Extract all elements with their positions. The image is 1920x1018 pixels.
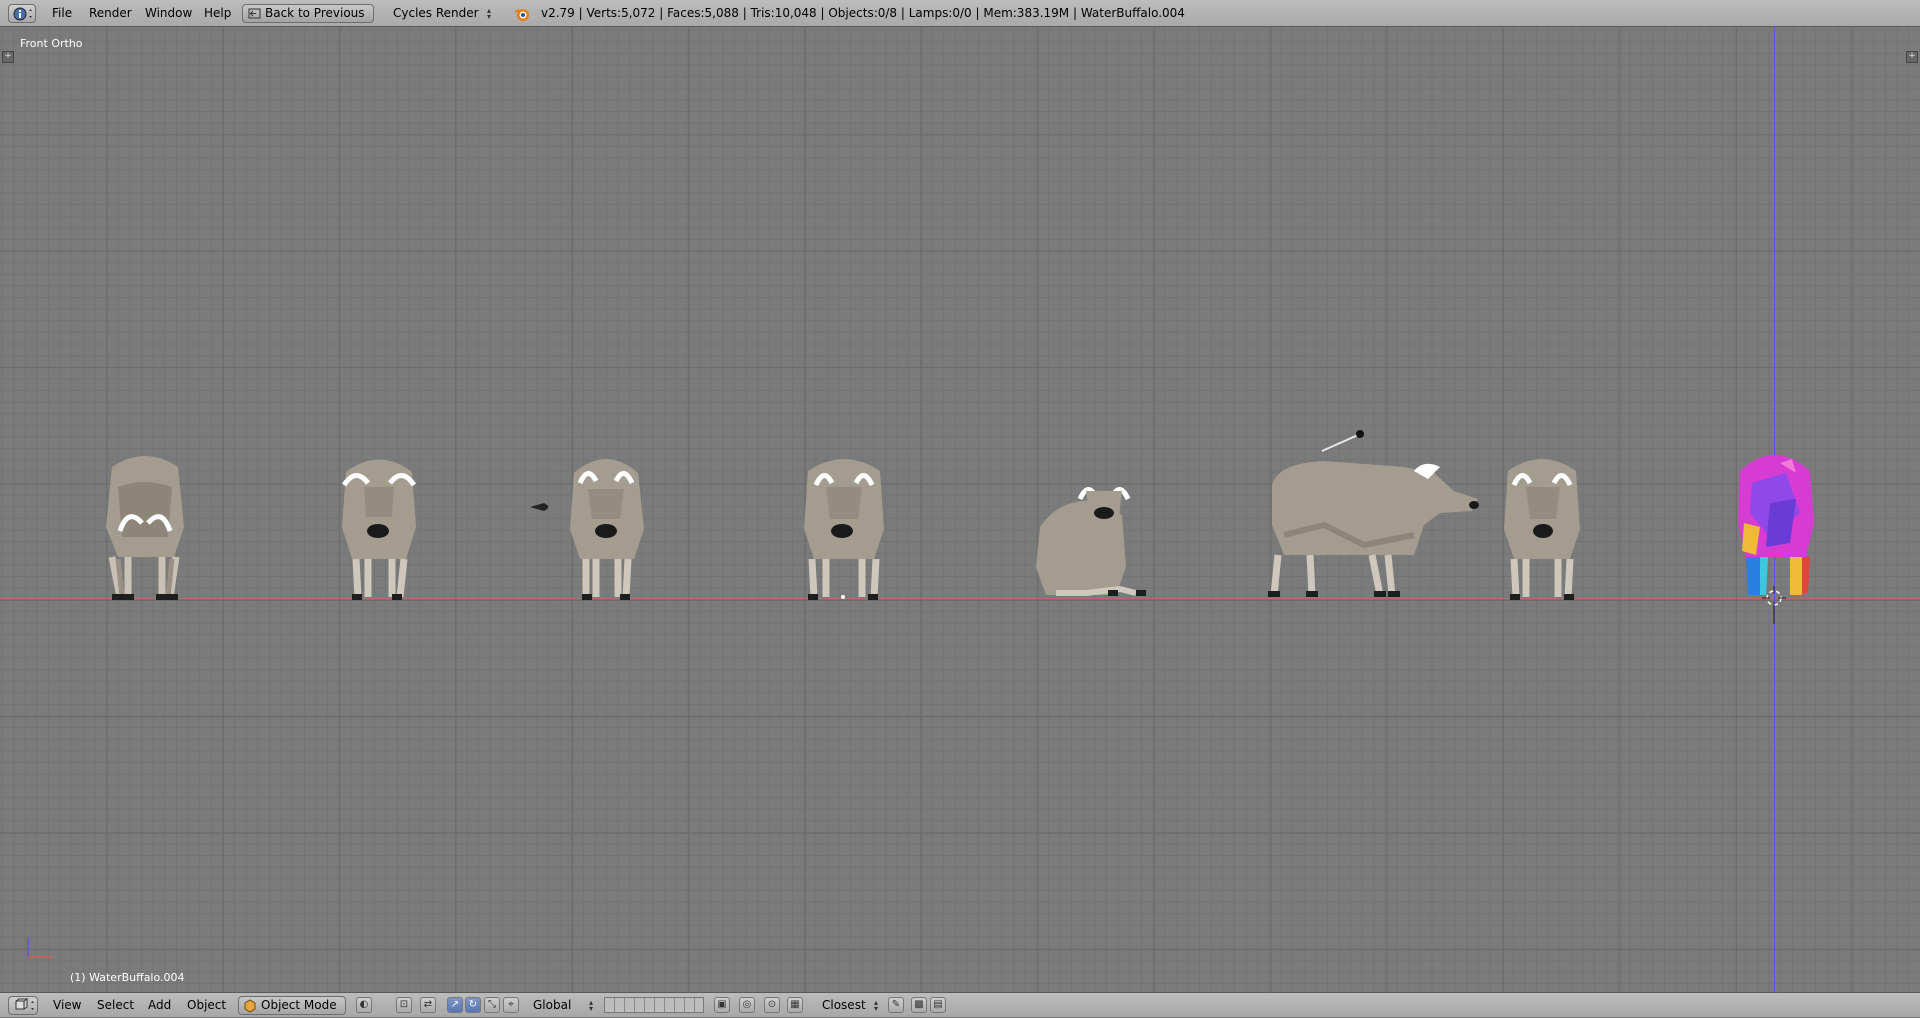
- translate-manipulator-icon[interactable]: ↗: [447, 997, 463, 1013]
- transform-orientation-icon[interactable]: ⌖: [503, 997, 519, 1013]
- openGL-render-icon[interactable]: ✎: [888, 997, 904, 1013]
- mode-label: Object Mode: [261, 998, 337, 1012]
- interaction-mode-dropdown[interactable]: Object Mode: [238, 996, 346, 1015]
- 3d-cursor-icon: [1762, 586, 1786, 624]
- render-animation-icon[interactable]: ▤: [930, 997, 946, 1013]
- snap-toggle-icon[interactable]: ⊙: [764, 997, 780, 1013]
- rotate-manipulator-icon[interactable]: ↻: [465, 997, 481, 1013]
- back-to-previous-button[interactable]: Back to Previous: [242, 4, 374, 23]
- dropdown-arrows-icon: ▴ ▾: [874, 998, 879, 1013]
- menu-render[interactable]: Render: [83, 0, 138, 27]
- manipulator-toggle-icon[interactable]: ⇄: [420, 997, 436, 1013]
- water-buffalo-model[interactable]: [1498, 447, 1586, 602]
- menu-help[interactable]: Help: [198, 0, 237, 27]
- viewport-shading-icon[interactable]: ◐: [356, 997, 372, 1013]
- orientation-label: Global: [533, 998, 572, 1012]
- menu-window[interactable]: Window: [139, 0, 198, 27]
- info-header: File Render Window Help Back to Previous…: [0, 0, 1920, 27]
- view-name-label: Front Ortho: [20, 37, 83, 50]
- active-object-label: (1) WaterBuffalo.004: [70, 971, 185, 984]
- 3d-view-icon: [15, 998, 34, 1010]
- toolshelf-expand-icon[interactable]: +: [2, 51, 14, 63]
- axis-gizmo-icon: [27, 937, 52, 958]
- water-buffalo-model[interactable]: [98, 447, 192, 602]
- properties-expand-icon[interactable]: +: [1906, 51, 1918, 63]
- cube-icon: [244, 999, 256, 1013]
- editor-type-button[interactable]: [8, 4, 36, 23]
- x-axis-line: [0, 598, 1920, 599]
- render-engine-label: Cycles Render: [393, 6, 479, 20]
- water-buffalo-model[interactable]: [796, 447, 892, 602]
- pivot-point-icon[interactable]: ⊡: [396, 997, 412, 1013]
- layer-buttons[interactable]: [604, 997, 704, 1013]
- menu-view[interactable]: View: [53, 993, 81, 1018]
- dropdown-arrows-icon: ▴ ▾: [589, 998, 594, 1013]
- water-buffalo-model[interactable]: [334, 447, 424, 602]
- 3d-viewport[interactable]: Front Ortho + + (1) WaterBuffalo.004: [0, 27, 1920, 992]
- blender-logo-icon: [514, 9, 529, 21]
- render-image-icon[interactable]: ▩: [911, 997, 927, 1013]
- snap-target-dropdown[interactable]: Closest ▴ ▾: [810, 996, 882, 1015]
- water-buffalo-model[interactable]: [1030, 477, 1154, 602]
- 3d-view-header: View Select Add Object Object Mode ◐ ⊡ ⇄…: [0, 992, 1920, 1017]
- proportional-editing-icon[interactable]: ◎: [739, 997, 755, 1013]
- render-engine-dropdown[interactable]: Cycles Render ▴ ▾: [381, 4, 497, 23]
- scene-statistics: v2.79 | Verts:5,072 | Faces:5,088 | Tris…: [541, 6, 1185, 20]
- scale-manipulator-icon[interactable]: ⤡: [484, 997, 500, 1013]
- menu-object[interactable]: Object: [187, 993, 226, 1018]
- menu-file[interactable]: File: [46, 0, 78, 27]
- dropdown-arrows-icon: ▴ ▾: [487, 6, 492, 21]
- info-icon: [13, 7, 32, 21]
- lock-layers-icon[interactable]: ▣: [714, 997, 730, 1013]
- menu-add[interactable]: Add: [148, 993, 171, 1018]
- transform-orientation-dropdown[interactable]: Global ▴ ▾: [521, 996, 597, 1015]
- back-arrow-icon: [248, 8, 261, 19]
- editor-type-button[interactable]: [8, 996, 38, 1015]
- menu-select[interactable]: Select: [97, 993, 134, 1018]
- selected-water-buffalo-model[interactable]: [1730, 443, 1826, 603]
- snap-element-icon[interactable]: ▦: [787, 997, 803, 1013]
- water-buffalo-model[interactable]: [526, 445, 656, 602]
- snap-target-label: Closest: [822, 998, 866, 1012]
- water-buffalo-model[interactable]: [1264, 415, 1490, 602]
- back-to-previous-label: Back to Previous: [265, 6, 365, 20]
